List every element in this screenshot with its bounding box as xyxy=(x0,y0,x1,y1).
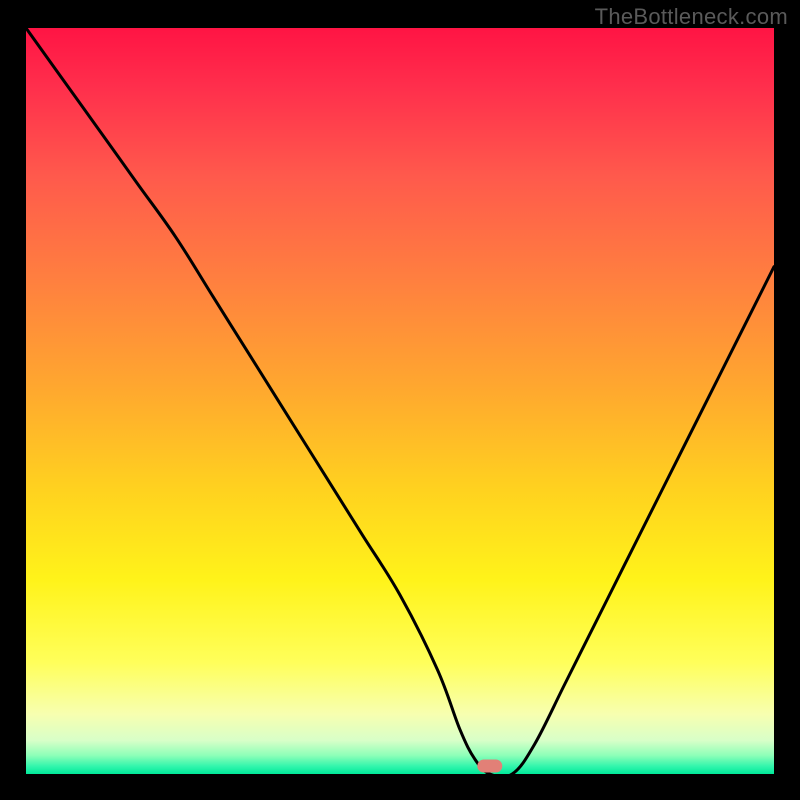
gradient-background xyxy=(26,28,774,774)
chart-svg xyxy=(26,28,774,774)
optimal-marker xyxy=(478,760,502,772)
watermark-label: TheBottleneck.com xyxy=(595,4,788,30)
chart-frame: TheBottleneck.com xyxy=(0,0,800,800)
plot-area xyxy=(26,28,774,774)
